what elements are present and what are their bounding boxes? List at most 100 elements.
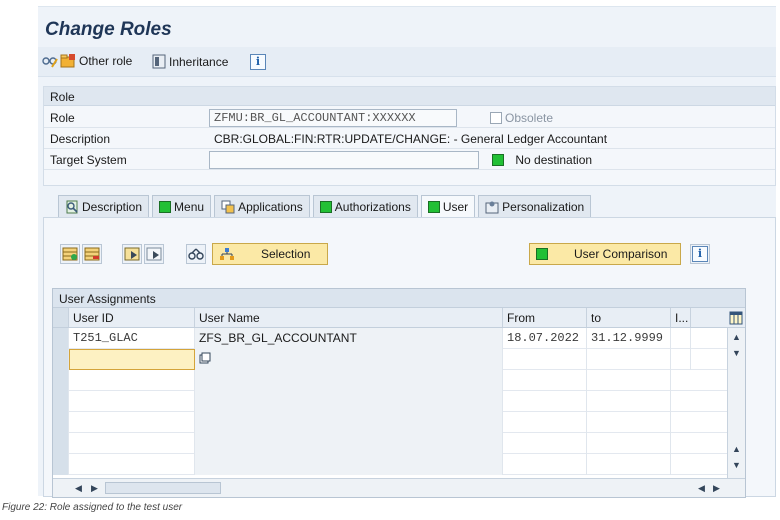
other-role-button[interactable]: Other role [60, 54, 132, 68]
user-name-cell: ZFS_BR_GL_ACCOUNTANT [195, 328, 503, 349]
to-date-cell[interactable] [587, 391, 671, 412]
to-date-cell[interactable] [587, 433, 671, 454]
scroll-up-icon[interactable]: ▲ [732, 332, 741, 342]
table-row[interactable] [53, 349, 745, 370]
deselect-all-icon [146, 247, 162, 261]
user-id-cell[interactable] [69, 454, 195, 475]
row-selector[interactable] [53, 433, 69, 454]
row-selector-header[interactable] [53, 308, 69, 327]
user-id-cell[interactable] [69, 412, 195, 433]
role-label: Role [50, 111, 75, 125]
delete-row-button[interactable] [82, 244, 102, 264]
green-square-icon [319, 200, 332, 213]
user-name-cell [195, 391, 503, 412]
col-from[interactable]: From [503, 308, 587, 327]
tab-description[interactable]: Description [58, 195, 150, 217]
scroll-up-icon[interactable]: ▲ [732, 444, 741, 454]
row-selector[interactable] [53, 349, 69, 370]
deselect-all-button[interactable] [144, 244, 164, 264]
user-tab-info-button[interactable]: i [690, 244, 710, 264]
user-id-cell[interactable]: T251_GLAC [69, 328, 195, 349]
application-toolbar: Other role Inheritance i [38, 47, 776, 77]
col-to[interactable]: to [587, 308, 671, 327]
green-status-icon [536, 248, 548, 260]
from-date-cell[interactable] [503, 391, 587, 412]
table-row[interactable] [53, 412, 745, 433]
selection-button[interactable]: Selection [212, 243, 328, 265]
insert-row-button[interactable] [60, 244, 80, 264]
to-date-cell[interactable]: 31.12.9999 [587, 328, 671, 349]
green-square-icon [427, 200, 440, 213]
info-button[interactable]: i [250, 54, 266, 70]
scroll-right-icon[interactable]: ▶ [91, 483, 98, 494]
tab-applications[interactable]: Applications [214, 195, 310, 217]
row-selector[interactable] [53, 412, 69, 433]
target-system-field[interactable] [209, 151, 479, 169]
scroll-right-icon[interactable]: ▶ [713, 483, 720, 494]
inheritance-button[interactable]: Inheritance [152, 54, 228, 69]
to-date-cell[interactable] [587, 349, 671, 370]
green-status-icon [492, 154, 504, 166]
checkbox-icon [490, 112, 502, 124]
scroll-down-icon[interactable]: ▼ [732, 348, 741, 358]
tab-menu[interactable]: Menu [152, 195, 212, 217]
scroll-down-icon[interactable]: ▼ [732, 460, 741, 470]
user-id-cell[interactable] [69, 433, 195, 454]
user-id-cell[interactable] [69, 391, 195, 412]
column-config-icon[interactable] [729, 311, 743, 328]
green-square-icon [159, 200, 172, 213]
insert-row-icon [62, 247, 78, 261]
to-date-cell[interactable] [587, 370, 671, 391]
table-row[interactable] [53, 454, 745, 475]
table-header: User ID User Name From to I... [53, 308, 745, 328]
col-extra[interactable]: I... [671, 308, 691, 327]
scroll-thumb[interactable] [105, 482, 221, 494]
inheritance-icon [152, 54, 166, 69]
from-date-cell[interactable] [503, 349, 587, 370]
user-id-input[interactable] [69, 349, 195, 370]
row-selector[interactable] [53, 454, 69, 475]
scroll-left-icon[interactable]: ◀ [698, 483, 705, 494]
col-user-name[interactable]: User Name [195, 308, 503, 327]
table-row[interactable]: T251_GLAC ZFS_BR_GL_ACCOUNTANT 18.07.202… [53, 328, 745, 349]
table-row[interactable] [53, 391, 745, 412]
page-title: Change Roles [45, 19, 172, 40]
from-date-cell[interactable] [503, 412, 587, 433]
table-row[interactable] [53, 433, 745, 454]
other-role-label: Other role [79, 54, 133, 68]
sap-window: Change Roles Other role Inheritance i Ro… [38, 6, 776, 498]
delete-row-icon [84, 247, 100, 261]
scroll-left-icon[interactable]: ◀ [75, 483, 82, 494]
org-selection-icon [220, 248, 234, 260]
row-selector[interactable] [53, 328, 69, 349]
applications-icon [221, 200, 235, 213]
user-name-cell [195, 370, 503, 391]
select-all-button[interactable] [122, 244, 142, 264]
user-search-button[interactable] [186, 244, 206, 264]
user-comparison-button[interactable]: User Comparison [529, 243, 681, 265]
obsolete-checkbox[interactable]: Obsolete [490, 111, 553, 125]
role-field[interactable]: ZFMU:BR_GL_ACCOUNTANT:XXXXXX [209, 109, 457, 127]
personalization-icon [485, 201, 499, 213]
to-date-cell[interactable] [587, 454, 671, 475]
from-date-cell[interactable]: 18.07.2022 [503, 328, 587, 349]
from-date-cell[interactable] [503, 433, 587, 454]
col-user-id[interactable]: User ID [69, 308, 195, 327]
from-date-cell[interactable] [503, 454, 587, 475]
tab-personalization[interactable]: Personalization [478, 195, 592, 217]
from-date-cell[interactable] [503, 370, 587, 391]
row-selector[interactable] [53, 370, 69, 391]
table-row[interactable] [53, 370, 745, 391]
value-help-icon[interactable] [199, 352, 211, 364]
user-name-cell [195, 454, 503, 475]
horizontal-scrollbar[interactable]: ◀ ▶ ◀ ▶ [53, 478, 745, 497]
tab-user[interactable]: User [420, 195, 476, 217]
user-id-cell[interactable] [69, 370, 195, 391]
display-change-button[interactable] [42, 54, 58, 68]
row-selector[interactable] [53, 391, 69, 412]
user-comparison-label: User Comparison [574, 247, 668, 261]
tab-authorizations[interactable]: Authorizations [312, 195, 418, 217]
to-date-cell[interactable] [587, 412, 671, 433]
target-system-row: Target System No destination [44, 149, 775, 170]
vertical-scrollbar[interactable]: ▲ ▼ ▲ ▼ [727, 328, 745, 479]
